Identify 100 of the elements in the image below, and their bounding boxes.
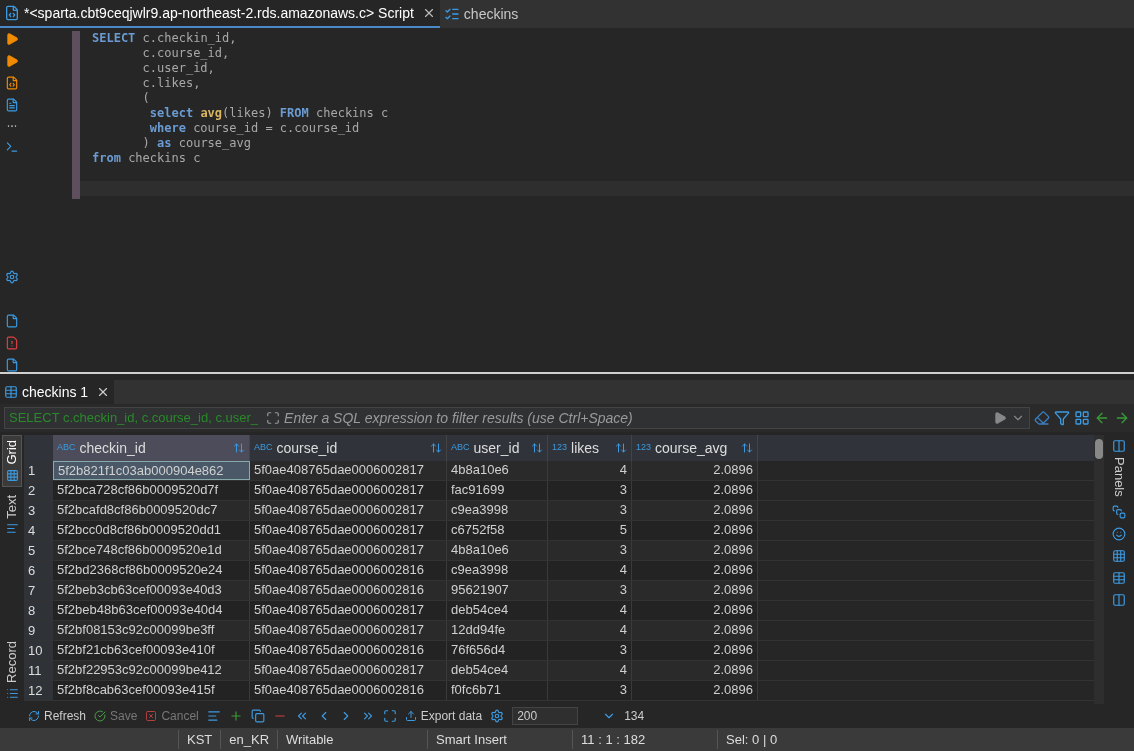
table-cell: 2.0896 bbox=[632, 621, 758, 640]
table-cell: 12dd94fe bbox=[447, 621, 548, 640]
table-cell: 2.0896 bbox=[632, 501, 758, 520]
status-item: Smart Insert bbox=[427, 729, 573, 750]
row-number: 6 bbox=[24, 561, 53, 580]
grid-icon bbox=[5, 468, 19, 482]
sort-icon[interactable] bbox=[741, 442, 753, 454]
table-cell: 5f2bf08153c92c00099be3ff bbox=[53, 621, 250, 640]
row-number: 5 bbox=[24, 541, 53, 560]
status-item: 11 : 1 : 182 bbox=[572, 729, 718, 750]
code-line: from checkins c bbox=[91, 151, 202, 166]
file-error-icon[interactable] bbox=[5, 336, 19, 350]
table-column-icon[interactable] bbox=[1112, 570, 1126, 585]
gear-icon[interactable] bbox=[490, 709, 505, 723]
table-cell: 4b8a10e6 bbox=[447, 541, 548, 560]
results-tab[interactable]: checkins 1 bbox=[0, 380, 115, 404]
table-cell: 5f0ae408765dae0006002817 bbox=[250, 541, 447, 560]
cancel-icon bbox=[145, 710, 158, 722]
table-cell: 5f2bcafd8cf86b0009520dc7 bbox=[53, 501, 250, 520]
table-cell: 5f0ae408765dae0006002817 bbox=[250, 461, 447, 480]
table-cell: 95621907 bbox=[447, 581, 548, 600]
run-icon[interactable] bbox=[5, 32, 19, 46]
grid-icon[interactable] bbox=[4, 385, 18, 399]
editor-tab[interactable]: checkins bbox=[439, 0, 523, 28]
gear-icon[interactable] bbox=[5, 270, 19, 284]
row-number: 12 bbox=[24, 681, 53, 700]
table-cell: 5f2bf22953c92c00099be412 bbox=[53, 661, 250, 680]
sort-icon[interactable] bbox=[430, 442, 442, 454]
export-button[interactable]: Export data bbox=[404, 707, 483, 725]
table-cell: 5f2beb3cb63cef00093e40d3 bbox=[53, 581, 250, 600]
export-icon bbox=[404, 710, 417, 722]
table-cell: 3 bbox=[548, 541, 632, 560]
row-number: 7 bbox=[24, 581, 53, 600]
row-number: 3 bbox=[24, 501, 53, 520]
row-number: 2 bbox=[24, 481, 53, 500]
text-icon bbox=[5, 522, 19, 536]
panels-icon bbox=[1112, 439, 1126, 453]
sort-icon[interactable] bbox=[531, 442, 543, 454]
table-list-icon[interactable] bbox=[443, 6, 460, 22]
code-line: ) as course_avg bbox=[141, 136, 252, 151]
table-cell: 5f0ae408765dae0006002817 bbox=[250, 501, 447, 520]
row-number: 9 bbox=[24, 621, 53, 640]
eraser-icon[interactable] bbox=[1034, 410, 1050, 426]
table-cell: 5f0ae408765dae0006002816 bbox=[250, 581, 447, 600]
code-line: c.user_id, bbox=[141, 61, 216, 76]
table-cell: 5f2bce748cf86b0009520e1d bbox=[53, 541, 250, 560]
row-number: 10 bbox=[24, 641, 53, 660]
execute-script-icon[interactable] bbox=[5, 76, 19, 90]
sort-icon[interactable] bbox=[233, 442, 245, 454]
code-line: ( bbox=[141, 91, 151, 106]
add-row-icon[interactable] bbox=[228, 709, 243, 723]
refresh-icon bbox=[28, 710, 40, 722]
table-cell: 2.0896 bbox=[632, 461, 758, 480]
status-item: en_KR bbox=[220, 729, 278, 750]
row-number: 11 bbox=[24, 661, 53, 680]
script-icon[interactable] bbox=[4, 5, 20, 21]
query-text: SELECT c.checkin_id, c.course_id, c.user_ bbox=[8, 409, 260, 428]
file-icon[interactable] bbox=[5, 314, 19, 328]
status-item: Sel: 0 | 0 bbox=[717, 729, 786, 750]
table-cell: 2.0896 bbox=[632, 661, 758, 680]
table-cell: 5f0ae408765dae0006002817 bbox=[250, 661, 447, 680]
apply-filter-icon[interactable] bbox=[993, 411, 1007, 425]
view-tab[interactable]: Record bbox=[2, 637, 22, 704]
table-cell: 4 bbox=[548, 661, 632, 680]
copy-row-icon[interactable] bbox=[250, 709, 265, 723]
column-header[interactable]: ABC checkin_id bbox=[53, 435, 250, 461]
code-line: c.course_id, bbox=[141, 46, 231, 61]
terminal-icon[interactable] bbox=[5, 140, 19, 154]
table-cell: 2.0896 bbox=[632, 581, 758, 600]
row-count: 134 bbox=[624, 708, 645, 725]
script-plan-icon[interactable] bbox=[5, 98, 19, 112]
layout-icon[interactable] bbox=[1112, 592, 1126, 607]
table-cell: 4 bbox=[548, 461, 632, 480]
back-icon[interactable] bbox=[1094, 410, 1110, 426]
table-cell: 5f2b821f1c03ab000904e862 bbox=[53, 461, 250, 480]
check-icon bbox=[94, 710, 107, 722]
row-number: 4 bbox=[24, 521, 53, 540]
row-number: 8 bbox=[24, 601, 53, 620]
list-icon bbox=[5, 687, 19, 700]
forward-icon[interactable] bbox=[1114, 410, 1130, 426]
status-item: Writable bbox=[277, 729, 428, 750]
refresh-button[interactable]: Refresh bbox=[28, 707, 87, 725]
view-tab[interactable]: Text bbox=[2, 490, 22, 540]
fetch-size-field[interactable]: 200 bbox=[512, 707, 579, 725]
expand-icon[interactable] bbox=[266, 411, 281, 425]
filter-field[interactable]: Enter a SQL expression to filter results (use Ctrl+Space) bbox=[284, 407, 989, 429]
table-cell: 4b8a10e6 bbox=[447, 461, 548, 480]
editor-tab[interactable]: *<sparta.cbt9ceqjwlr9.ap-northeast-2.rds.amazonaws.c> Script bbox=[0, 0, 440, 28]
code-line: c.likes, bbox=[141, 76, 202, 91]
table-cell: 4 bbox=[548, 621, 632, 640]
view-tab[interactable]: Grid bbox=[2, 435, 22, 487]
table-cell: 3 bbox=[548, 581, 632, 600]
filter-icon[interactable] bbox=[1054, 410, 1070, 426]
code-line: where course_id = c.course_id bbox=[148, 121, 361, 136]
scrollbar-thumb[interactable] bbox=[1095, 439, 1103, 459]
table-cell: 2.0896 bbox=[632, 541, 758, 560]
row-number: 1 bbox=[24, 461, 53, 480]
panels-tab[interactable]: Panels bbox=[1109, 439, 1129, 497]
status-item: KST bbox=[178, 729, 221, 750]
sort-icon[interactable] bbox=[615, 442, 627, 454]
